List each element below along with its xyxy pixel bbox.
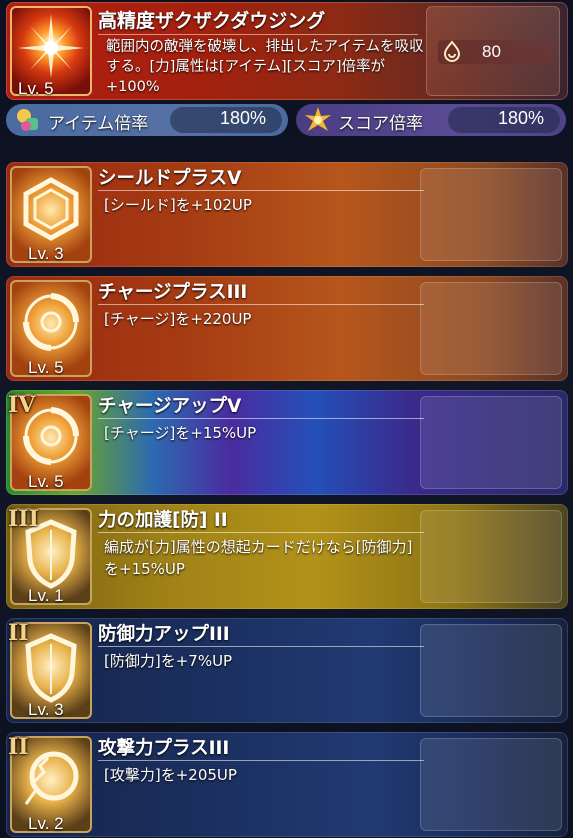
top-skill-card[interactable]: Lv. 5 高精度ザクザクダウジング 範囲内の敵弾を破壊し、排出したアイテムを吸…	[6, 2, 568, 100]
skill-card[interactable]: Lv. 3 シールドプラスV [シールド]を+102UP	[6, 162, 568, 267]
skill-level: Lv. 5	[28, 358, 64, 377]
skill-side-panel	[420, 738, 562, 831]
skill-divider	[98, 190, 424, 191]
skill-side-panel	[420, 510, 562, 603]
item-rate-label: アイテム倍率	[48, 114, 149, 134]
skill-description: [攻撃力]を+205UP	[104, 766, 237, 784]
top-skill-level: Lv. 5	[18, 79, 54, 98]
skill-name: チャージプラスIII	[98, 282, 248, 303]
skill-level: Lv. 1	[28, 586, 64, 605]
skill-description: [防御力]を+7%UP	[104, 652, 233, 670]
skill-side-panel	[420, 396, 562, 489]
skill-description: [チャージ]を+15%UP	[104, 424, 257, 442]
skill-side-panel	[420, 282, 562, 375]
skill-card[interactable]: II Lv. 3 防御力アップIII [防御力]を+7%UP	[6, 618, 568, 723]
skill-card[interactable]: III Lv. 1 力の加護[防] II 編成が[力]属性の想起カードだけなら[…	[6, 504, 568, 609]
drop-swirl-icon	[443, 40, 461, 62]
skill-description: 編成が[力]属性の想起カードだけなら[防御力]を+15%UP	[104, 538, 413, 578]
rank-badge: II	[8, 734, 29, 760]
skill-card[interactable]: Lv. 5 チャージプラスIII [チャージ]を+220UP	[6, 276, 568, 381]
rank-badge: IV	[8, 392, 36, 418]
title-divider	[98, 34, 418, 35]
skill-divider	[98, 304, 424, 305]
score-rate-pill: スコア倍率 180%	[296, 104, 566, 136]
skill-divider	[98, 646, 424, 647]
skill-side-panel	[420, 624, 562, 717]
skill-name: シールドプラスV	[98, 168, 242, 189]
skill-description: [チャージ]を+220UP	[104, 310, 252, 328]
skill-level: Lv. 3	[28, 244, 64, 263]
skill-divider	[98, 418, 424, 419]
star-burst-icon	[305, 107, 331, 131]
top-skill-value: 80	[482, 42, 501, 61]
top-skill-value-pill: 80	[438, 40, 554, 64]
item-rate-pill: アイテム倍率 180%	[6, 104, 288, 136]
skill-name: 防御力アップIII	[98, 624, 230, 645]
skill-name: 攻撃力プラスIII	[98, 738, 230, 759]
rank-badge: II	[8, 620, 29, 646]
score-rate-value: 180%	[497, 108, 544, 128]
skill-side-panel	[420, 168, 562, 261]
skill-level: Lv. 3	[28, 700, 64, 719]
skill-card[interactable]: IV Lv. 5 チャージアップV [チャージ]を+15%UP	[6, 390, 568, 495]
top-skill-description: 範囲内の敵弾を破壊し、排出したアイテムを吸収する。[力]属性は[アイテム][スコ…	[106, 39, 424, 95]
skill-divider	[98, 532, 424, 533]
rank-badge: III	[8, 506, 39, 532]
top-skill-name: 高精度ザクザクダウジング	[98, 10, 326, 32]
skill-level: Lv. 2	[28, 814, 64, 833]
skill-level: Lv. 5	[28, 472, 64, 491]
skill-description: [シールド]を+102UP	[104, 196, 252, 214]
item-rate-value: 180%	[219, 108, 266, 128]
skill-divider	[98, 760, 424, 761]
skill-name: チャージアップV	[98, 396, 242, 417]
skill-card[interactable]: II Lv. 2 攻撃力プラスIII [攻撃力]を+205UP	[6, 732, 568, 837]
skill-name: 力の加護[防] II	[98, 510, 228, 531]
item-bag-icon	[17, 109, 38, 131]
score-rate-label: スコア倍率	[338, 114, 423, 134]
